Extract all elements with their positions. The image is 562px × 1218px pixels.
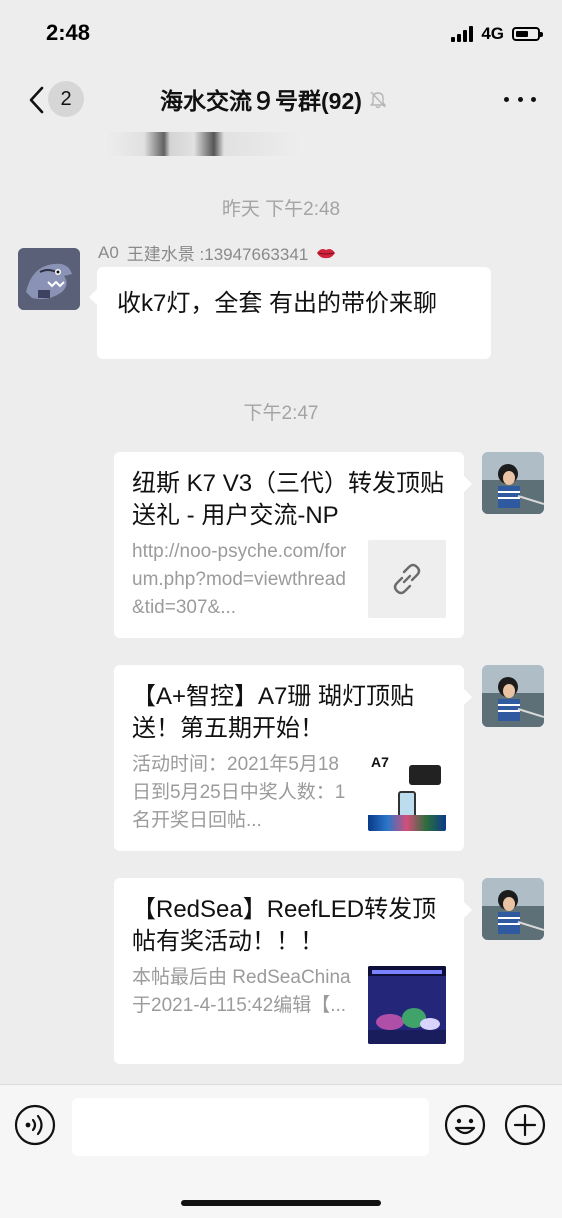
timestamp: 下午2:47 [243,403,319,424]
card-title: 【RedSea】ReefLED转发顶帖有奖活动！！！ [132,896,437,955]
signal-icon [451,26,474,42]
thumb-label: A7 [371,754,389,770]
chat-area[interactable]: 昨天 下午2:48 A0 王建水景 :13947663341 收k7灯，全套 有… [0,132,562,1084]
card-desc: http://noo-psyche.com/forum.php?mod=view… [132,541,347,618]
lips-emoji-icon [317,248,336,258]
add-icon [504,1104,546,1146]
battery-icon [512,27,543,41]
avatar-self[interactable] [482,878,544,940]
avatar-shark[interactable] [18,248,80,310]
message-text: 收k7灯，全套 有出的带价来聊 [117,290,438,317]
input-bar [0,1084,562,1218]
link-icon [393,563,421,595]
avatar-self[interactable] [482,452,544,514]
emoji-icon [444,1104,486,1146]
avatar-self[interactable] [482,665,544,727]
more-options-button[interactable] [504,86,536,112]
status-bar: 2:48 4G [0,0,562,66]
message-input[interactable] [72,1098,429,1156]
card-thumbnail: A7 [368,753,446,831]
card-thumbnail [368,966,446,1044]
mute-bell-icon [370,91,386,109]
chat-title-wrap: 海水交流９号群(92) [160,82,388,116]
voice-icon [14,1104,56,1146]
timestamp: 昨天 下午2:48 [221,199,341,220]
text-message-bubble[interactable]: 收k7灯，全套 有出的带价来聊 [89,267,491,359]
unread-badge[interactable]: 2 [48,81,84,117]
link-card[interactable]: 纽斯 K7 V3（三代）转发顶贴送礼 - 用户交流-NP http://noo-… [114,452,472,638]
voice-button[interactable] [14,1104,56,1146]
card-title: 纽斯 K7 V3（三代）转发顶贴送礼 - 用户交流-NP [132,470,445,529]
back-chevron-icon [29,86,44,114]
card-desc: 本帖最后由 RedSeaChina于2021-4-115:42编辑【... [132,967,351,1016]
nav-bar: 2 海水交流９号群(92) [0,66,562,132]
emoji-button[interactable] [444,1104,486,1146]
chat-title: 海水交流９号群(92) [160,88,362,114]
home-indicator[interactable] [181,1200,381,1206]
card-thumbnail [368,540,446,618]
more-dots-icon [504,96,509,102]
previous-image-message[interactable] [104,132,304,156]
sender-line: A0 王建水景 :13947663341 [98,240,336,265]
link-card[interactable]: 【A+智控】A7珊 瑚灯顶贴送！第五期开始！ 活动时间：2021年5月18日到5… [114,665,472,851]
link-card[interactable]: 【RedSea】ReefLED转发顶帖有奖活动！！！ 本帖最后由 RedSeaC… [114,878,472,1064]
sender-name: 王建水景 :13947663341 [126,245,309,264]
reef-photo [368,966,446,1044]
add-button[interactable] [504,1104,546,1146]
status-indicators: 4G [451,24,543,44]
sender-prefix: A0 [98,242,119,262]
card-desc: 活动时间：2021年5月18日到5月25日中奖人数：1名开奖日回帖... [132,754,346,831]
card-title: 【A+智控】A7珊 瑚灯顶贴送！第五期开始！ [132,683,415,742]
network-type: 4G [481,24,504,43]
status-time: 2:48 [46,20,91,45]
